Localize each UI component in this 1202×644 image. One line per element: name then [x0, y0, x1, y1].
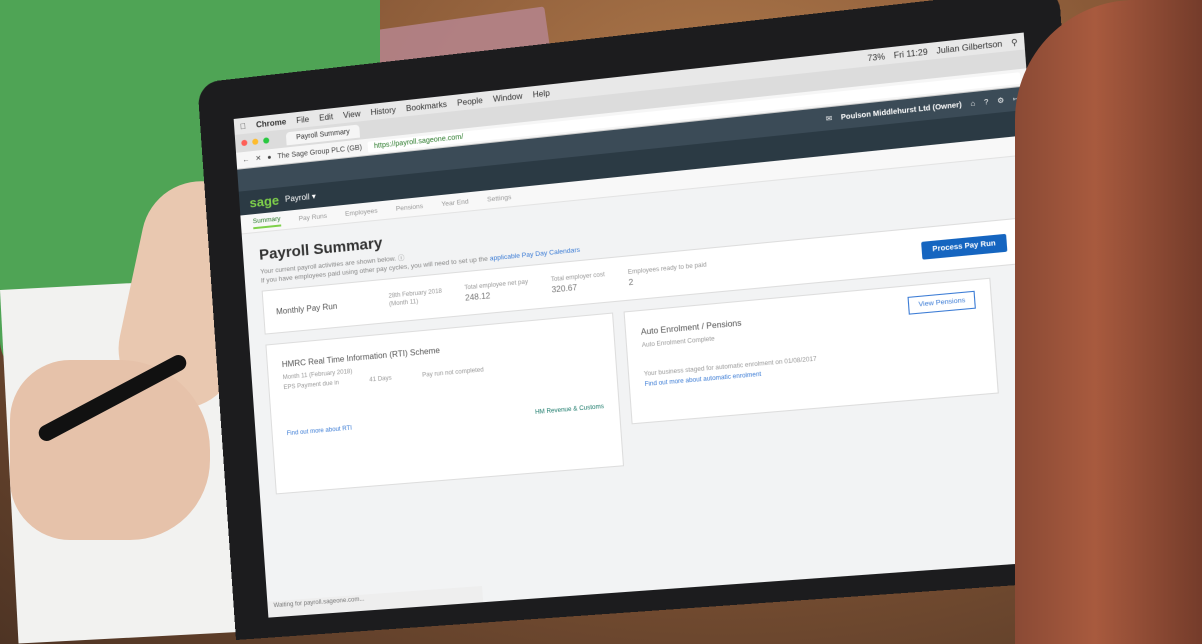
rti-days: 41 Days — [369, 375, 392, 384]
gear-icon[interactable]: ⚙ — [997, 96, 1005, 105]
rti-card: HMRC Real Time Information (RTI) Scheme … — [265, 312, 625, 495]
rti-link[interactable]: Find out more about RTI — [287, 426, 353, 438]
menu-file[interactable]: File — [296, 114, 310, 124]
close-window-icon[interactable] — [241, 139, 248, 147]
reload-stop-icon[interactable]: ✕ — [255, 154, 261, 163]
tab-pensions[interactable]: Pensions — [396, 202, 424, 212]
pensions-header: Auto Enrolment / Pensions Auto Enrolment… — [640, 290, 977, 349]
info-icon[interactable]: ⓘ — [398, 255, 405, 263]
hand — [10, 360, 210, 540]
menu-window[interactable]: Window — [493, 91, 523, 103]
net-pay-cell: Total employee net pay 248.12 — [464, 279, 529, 302]
person-head-foreground — [1015, 0, 1202, 644]
pensions-status: Auto Enrolment Complete — [641, 336, 715, 350]
rti-status: Pay run not completed — [422, 367, 484, 379]
menu-bookmarks[interactable]: Bookmarks — [406, 99, 447, 113]
menu-view[interactable]: View — [343, 109, 361, 120]
pensions-heading: Auto Enrolment / Pensions Auto Enrolment… — [640, 312, 743, 349]
photo-scene:  Chrome File Edit View History Bookmark… — [0, 0, 1202, 644]
menu-app[interactable]: Chrome — [256, 117, 287, 129]
hmrc-badge: HM Revenue & Customs — [534, 403, 605, 417]
menu-help[interactable]: Help — [532, 88, 550, 99]
view-pensions-button[interactable]: View Pensions — [907, 290, 976, 315]
menu-history[interactable]: History — [370, 105, 396, 117]
lock-icon: ● — [267, 153, 272, 161]
tab-summary[interactable]: Summary — [252, 214, 282, 229]
mail-icon[interactable]: ✉ — [826, 114, 833, 123]
product-menu[interactable]: Payroll ▾ — [285, 191, 316, 203]
employer-cost-cell: Total employer cost 320.67 — [551, 272, 606, 294]
battery-level[interactable]: 73% — [867, 51, 885, 62]
tab-employees[interactable]: Employees — [345, 207, 378, 217]
minimize-window-icon[interactable] — [252, 138, 259, 146]
tab-settings[interactable]: Settings — [487, 193, 512, 203]
rti-footer: Find out more about RTI HM Revenue & Cus… — [287, 404, 605, 437]
help-icon[interactable]: ? — [984, 98, 989, 106]
clock[interactable]: Fri 11:29 — [893, 47, 928, 60]
ready-cell: Employees ready to be paid 2 — [628, 262, 708, 287]
tab-year-end[interactable]: Year End — [441, 198, 469, 208]
laptop-screen:  Chrome File Edit View History Bookmark… — [233, 32, 1063, 618]
rti-eps: EPS Payment due in — [283, 380, 340, 392]
back-icon[interactable]: ← — [242, 156, 249, 164]
apple-icon[interactable]:  — [240, 121, 247, 131]
menu-people[interactable]: People — [457, 95, 483, 107]
search-icon[interactable]: ⚲ — [1011, 37, 1018, 47]
tab-pay-runs[interactable]: Pay Runs — [298, 212, 327, 222]
pay-run-date-cell: 28th February 2018 (Month 11) — [388, 289, 442, 308]
sage-logo[interactable]: sage — [249, 192, 280, 210]
laptop:  Chrome File Edit View History Bookmark… — [197, 0, 1103, 641]
menu-edit[interactable]: Edit — [319, 112, 334, 123]
process-pay-run-button[interactable]: Process Pay Run — [920, 233, 1008, 260]
pensions-card: Auto Enrolment / Pensions Auto Enrolment… — [623, 277, 999, 425]
pay-run-label: Monthly Pay Run — [275, 301, 338, 316]
pensions-title: Auto Enrolment / Pensions — [640, 318, 742, 337]
home-icon[interactable]: ⌂ — [970, 100, 975, 108]
browser-status-bar: Waiting for payroll.sageone.com... — [267, 585, 484, 618]
maximize-window-icon[interactable] — [263, 137, 270, 144]
